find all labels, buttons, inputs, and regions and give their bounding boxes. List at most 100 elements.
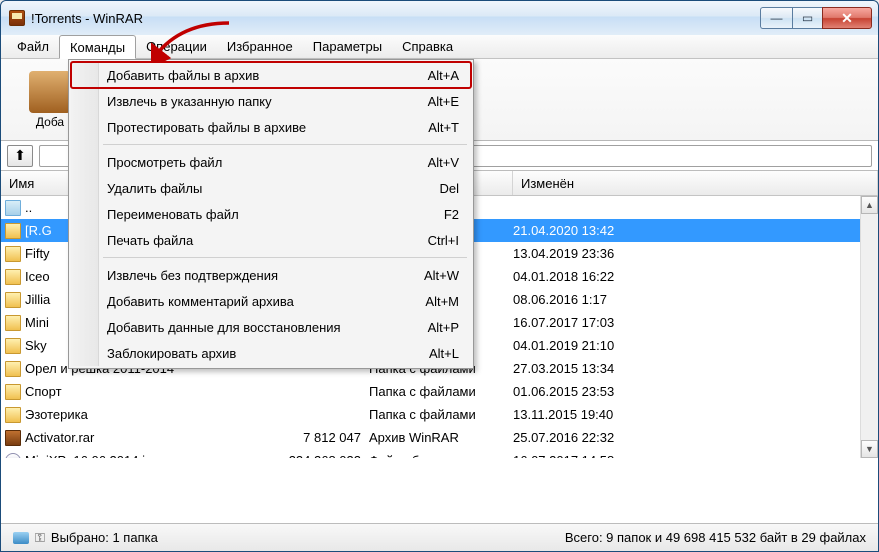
file-modified-cell: 16.07.2017 14:58 (513, 453, 878, 458)
menu-item-label: Переименовать файл (107, 207, 428, 222)
file-type-cell: Архив WinRAR (369, 430, 513, 445)
menu-separator (103, 144, 467, 145)
menu-item-label: Извлечь без подтверждения (107, 268, 408, 283)
menu-item-shortcut: Alt+A (428, 68, 459, 83)
folder-icon (5, 384, 21, 400)
scroll-up-button[interactable]: ▲ (861, 196, 878, 214)
menu-favorites[interactable]: Избранное (217, 35, 303, 58)
menu-file[interactable]: Файл (7, 35, 59, 58)
rar-icon (5, 430, 21, 446)
file-row[interactable]: Activator.rar 7 812 047Архив WinRAR25.07.… (1, 426, 878, 449)
menu-bar: Файл Команды Операции Избранное Параметр… (1, 35, 878, 59)
column-modified-header[interactable]: Изменён (513, 171, 878, 195)
menu-item-label: Добавить файлы в архив (107, 68, 412, 83)
file-type-cell: Файл образа диска (369, 453, 513, 458)
scroll-down-button[interactable]: ▼ (861, 440, 878, 458)
close-button[interactable]: ✕ (822, 7, 872, 29)
folder-icon (5, 315, 21, 331)
menu-options[interactable]: Параметры (303, 35, 392, 58)
minimize-button[interactable]: — (760, 7, 792, 29)
file-modified-cell: 08.06.2016 1:17 (513, 292, 878, 307)
menu-item[interactable]: Печать файлаCtrl+I (71, 227, 471, 253)
menu-item[interactable]: Добавить данные для восстановления Alt+P (71, 314, 471, 340)
file-name: MiniXP_16.06.2014.iso (25, 453, 159, 458)
menu-item[interactable]: Извлечь в указанную папку Alt+E (71, 88, 471, 114)
commands-menu: Добавить файлы в архив Alt+A Извлечь в ука… (68, 59, 474, 369)
menu-help[interactable]: Справка (392, 35, 463, 58)
status-bar: ⚿ Выбрано: 1 папка Всего: 9 папок и 49 6… (1, 523, 878, 551)
app-window: !Torrents - WinRAR — ▭ ✕ Файл Команды Оп… (0, 0, 879, 552)
menu-item[interactable]: Протестировать файлы в архивеAlt+T (71, 114, 471, 140)
menu-separator (103, 257, 467, 258)
file-row[interactable]: ЭзотерикаПапка с файлами13.11.2015 19:40 (1, 403, 878, 426)
file-row[interactable]: MiniXP_16.06.2014.iso324 268 032Файл обр… (1, 449, 878, 458)
drive-icon (13, 532, 29, 544)
file-modified-cell: 01.06.2015 23:53 (513, 384, 878, 399)
menu-item-label: Добавить комментарий архива (107, 294, 409, 309)
file-size-cell: 7 812 047 (269, 430, 369, 445)
folder-icon (5, 407, 21, 423)
file-modified-cell: 16.07.2017 17:03 (513, 315, 878, 330)
file-name: Iceo (25, 269, 50, 284)
window-buttons: — ▭ ✕ (760, 7, 876, 29)
menu-item-shortcut: Alt+V (428, 155, 459, 170)
status-left: ⚿ Выбрано: 1 папка (13, 530, 158, 546)
menu-item-shortcut: F2 (444, 207, 459, 222)
vertical-scrollbar[interactable]: ▲ ▼ (860, 196, 878, 458)
file-name-cell: Activator.rar (1, 430, 269, 446)
menu-item-shortcut: Alt+E (428, 94, 459, 109)
iso-icon (5, 453, 21, 459)
folder-icon (5, 246, 21, 262)
status-selected-text: Выбрано: 1 папка (51, 530, 158, 545)
menu-item-label: Удалить файлы (107, 181, 423, 196)
menu-item-label: Заблокировать архив (107, 346, 413, 361)
menu-item[interactable]: Удалить файлыDel (71, 175, 471, 201)
menu-item[interactable]: Переименовать файл F2 (71, 201, 471, 227)
menu-item-shortcut: Alt+M (425, 294, 459, 309)
menu-item[interactable]: Заблокировать архив Alt+L (71, 340, 471, 366)
window-title: !Torrents - WinRAR (31, 11, 143, 26)
title-bar: !Torrents - WinRAR — ▭ ✕ (1, 1, 878, 35)
file-row[interactable]: СпортПапка с файлами01.06.2015 23:53 (1, 380, 878, 403)
file-modified-cell: 04.01.2018 16:22 (513, 269, 878, 284)
file-name: Спорт (25, 384, 62, 399)
file-name: [R.G (25, 223, 52, 238)
file-modified-cell: 25.07.2016 22:32 (513, 430, 878, 445)
menu-item-label: Извлечь в указанную папку (107, 94, 412, 109)
menu-item[interactable]: Добавить комментарий архива Alt+M (71, 288, 471, 314)
file-name-cell: MiniXP_16.06.2014.iso (1, 453, 269, 459)
folder-icon (5, 223, 21, 239)
menu-item-label: Просмотреть файл (107, 155, 412, 170)
scroll-track[interactable] (861, 214, 878, 440)
menu-item-shortcut: Alt+L (429, 346, 459, 361)
menu-item[interactable]: Извлечь без подтверждения Alt+W (71, 262, 471, 288)
folder-icon (5, 338, 21, 354)
file-type-cell: Папка с файлами (369, 407, 513, 422)
menu-item-label: Печать файла (107, 233, 412, 248)
file-modified-cell: 21.04.2020 13:42 (513, 223, 878, 238)
books-icon (29, 71, 71, 113)
menu-item-shortcut: Alt+P (428, 320, 459, 335)
menu-item[interactable]: Добавить файлы в архив Alt+A (71, 62, 471, 88)
menu-item-label: Добавить данные для восстановления (107, 320, 412, 335)
menu-item-label: Протестировать файлы в архиве (107, 120, 412, 135)
up-folder-button[interactable]: ⬆ (7, 145, 33, 167)
app-icon (9, 10, 25, 26)
status-right: Всего: 9 папок и 49 698 415 532 байт в 2… (565, 530, 866, 545)
folder-icon (5, 292, 21, 308)
toolbar-add-label: Доба (36, 115, 64, 129)
file-name: Эзотерика (25, 407, 88, 422)
menu-item-shortcut: Alt+W (424, 268, 459, 283)
file-name-cell: Эзотерика (1, 407, 269, 423)
menu-item[interactable]: Просмотреть файл Alt+V (71, 149, 471, 175)
file-name-cell: Спорт (1, 384, 269, 400)
key-icon: ⚿ (35, 530, 45, 546)
menu-commands[interactable]: Команды (59, 35, 136, 59)
folder-icon (5, 361, 21, 377)
file-name: Activator.rar (25, 430, 94, 445)
file-name: Jillia (25, 292, 50, 307)
file-name: Fifty (25, 246, 50, 261)
menu-operations[interactable]: Операции (136, 35, 217, 58)
maximize-button[interactable]: ▭ (792, 7, 822, 29)
file-modified-cell: 04.01.2019 21:10 (513, 338, 878, 353)
